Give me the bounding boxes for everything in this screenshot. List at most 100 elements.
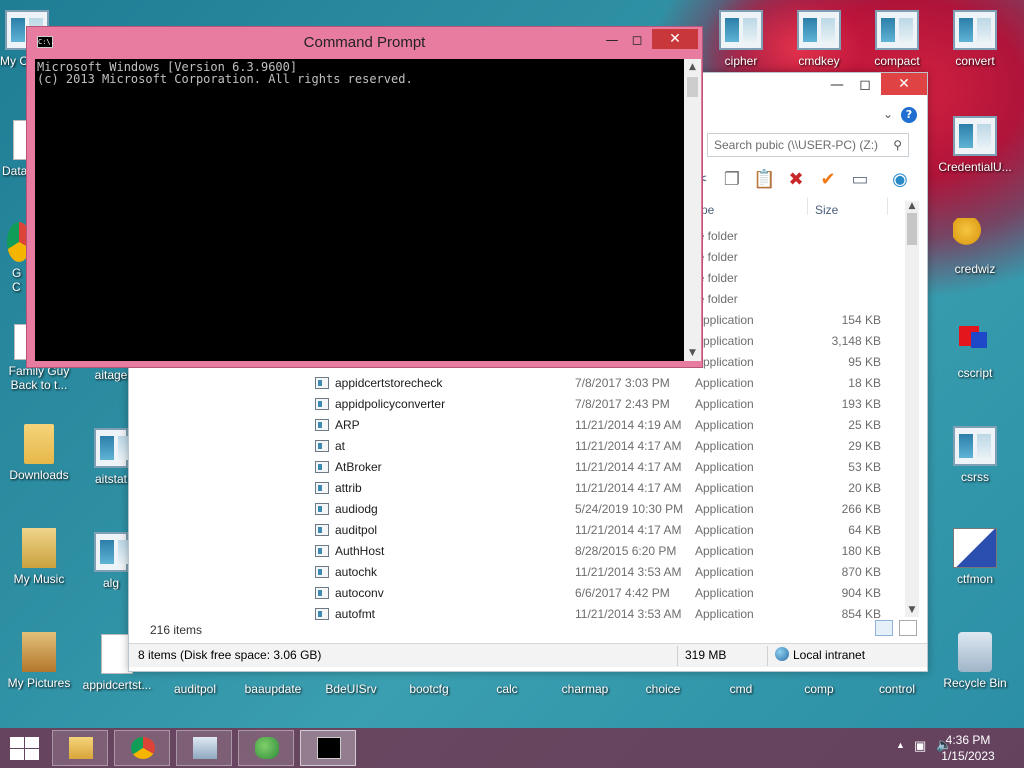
column-separator[interactable] — [887, 197, 888, 215]
application-icon — [315, 482, 329, 494]
clock-time: 4:36 PM — [945, 733, 991, 747]
shapes-icon — [953, 322, 997, 362]
desktop-icon-choice[interactable]: choice — [624, 668, 702, 696]
pictures-icon — [22, 632, 56, 672]
checkmark-icon[interactable]: ✔ — [817, 169, 839, 191]
desktop-icon-convert[interactable]: convert — [936, 10, 1014, 68]
console-scrollbar[interactable]: ▲ ▼ — [684, 59, 701, 361]
app-icon — [719, 10, 763, 50]
table-row[interactable]: audiodg 5/24/2019 10:30 PM Application 266 … — [129, 499, 909, 520]
close-button[interactable]: ✕ — [881, 73, 927, 95]
desktop-icon-cmd[interactable]: cmd — [702, 668, 780, 696]
maximize-button[interactable]: ◻ — [851, 75, 879, 95]
table-row[interactable]: autoconv 6/6/2017 4:42 PM Application 904 K… — [129, 583, 909, 604]
table-row[interactable]: appidpolicyconverter 7/8/2017 2:43 PM Appl… — [129, 394, 909, 415]
globe-icon — [775, 647, 789, 661]
desktop-icon-downloads[interactable]: Downloads — [0, 424, 78, 482]
delete-icon[interactable]: ✖ — [785, 169, 807, 191]
table-row[interactable]: AtBroker 11/21/2014 4:17 AM Application 53 … — [129, 457, 909, 478]
windows-logo-icon — [25, 749, 39, 760]
scroll-down-arrow[interactable]: ▼ — [905, 605, 919, 617]
file-list-scrollbar[interactable]: ▲ ▼ — [905, 201, 919, 617]
console-area[interactable]: Microsoft Windows [Version 6.3.9600] (c)… — [35, 59, 701, 361]
table-row[interactable]: AuthHost 8/28/2015 6:20 PM Application 180 … — [129, 541, 909, 562]
taskbar-command-prompt[interactable] — [300, 730, 356, 766]
show-hidden-icons-icon[interactable]: ▲ — [896, 740, 905, 750]
minimize-button[interactable]: — — [599, 31, 625, 51]
desktop-icon-bootcfg[interactable]: bootcfg — [390, 668, 468, 696]
column-separator[interactable] — [807, 197, 808, 215]
windows-logo-icon — [25, 737, 39, 748]
minimize-button[interactable]: — — [823, 75, 851, 95]
status-zone: Local intranet — [775, 644, 865, 666]
taskbar-chrome[interactable] — [114, 730, 170, 766]
large-icons-view-button[interactable] — [899, 620, 917, 636]
table-row[interactable]: auditpol 11/21/2014 4:17 AM Application 64 … — [129, 520, 909, 541]
scroll-up-arrow[interactable]: ▲ — [905, 201, 919, 213]
network-icon[interactable]: ▣ — [914, 738, 926, 754]
desktop-icon-bdeuisrv[interactable]: BdeUISrv — [312, 668, 390, 696]
paste-icon[interactable]: 📋 — [753, 169, 775, 191]
table-row[interactable]: at 11/21/2014 4:17 AM Application 29 KB — [129, 436, 909, 457]
status-disk-space: 8 items (Disk free space: 3.06 GB) — [138, 648, 322, 662]
table-row[interactable]: autochk 11/21/2014 3:53 AM Application 870 … — [129, 562, 909, 583]
desktop-icon-cscript[interactable]: cscript — [936, 322, 1014, 380]
properties-icon[interactable]: ◉ — [889, 169, 911, 191]
scroll-down-arrow[interactable]: ▼ — [684, 345, 701, 361]
desktop-icon-comp[interactable]: comp — [780, 668, 858, 696]
items-count: 216 items — [150, 623, 203, 637]
maximize-button[interactable]: ◻ — [624, 31, 650, 51]
command-prompt-window[interactable]: C:\. Command Prompt — ◻ ✕ Microsoft Wind… — [26, 26, 703, 368]
pen-icon — [953, 528, 997, 568]
status-size: 319 MB — [685, 648, 727, 662]
desktop-icon-control[interactable]: control — [858, 668, 936, 696]
details-view-button[interactable] — [875, 620, 894, 636]
copy-icon[interactable]: ❐ — [721, 169, 743, 191]
desktop-icon-charmap[interactable]: charmap — [546, 668, 624, 696]
table-row[interactable]: attrib 11/21/2014 4:17 AM Application 20 KB — [129, 478, 909, 499]
desktop-icon-my-music[interactable]: My Music — [0, 528, 78, 586]
explorer-toolbar: ✂ ❐ 📋 ✖ ✔ ▭ ◉ — [689, 165, 929, 195]
cmd-titlebar[interactable]: C:\. Command Prompt — ◻ ✕ — [27, 27, 702, 57]
clock[interactable]: 4:36 PM 1/15/2023 — [928, 732, 1008, 764]
application-icon — [315, 587, 329, 599]
desktop-icon-auditpol[interactable]: auditpol — [156, 668, 234, 696]
app-icon — [94, 428, 132, 468]
application-icon — [315, 440, 329, 452]
table-row[interactable]: ARP 11/21/2014 4:19 AM Application 25 KB — [129, 415, 909, 436]
close-button[interactable]: ✕ — [652, 29, 698, 49]
scroll-thumb[interactable] — [907, 213, 917, 245]
desktop-icon-my-pictures[interactable]: My Pictures — [0, 632, 78, 690]
desktop-icon-csrss[interactable]: csrss — [936, 426, 1014, 484]
desktop-icon-cmdkey[interactable]: cmdkey — [780, 10, 858, 68]
app-icon — [875, 10, 919, 50]
desktop-icon-ctfmon[interactable]: ctfmon — [936, 528, 1014, 586]
start-button[interactable] — [8, 736, 40, 760]
table-row[interactable]: autofmt 11/21/2014 3:53 AM Application 854 … — [129, 604, 909, 625]
app-icon — [953, 116, 997, 156]
desktop-icon-calc[interactable]: calc — [468, 668, 546, 696]
taskbar-file-explorer[interactable] — [52, 730, 108, 766]
desktop-icon-credentialui[interactable]: CredentialU... — [936, 116, 1014, 174]
search-input[interactable]: Search pubic (\\USER-PC) (Z:) ⚲ — [707, 133, 909, 157]
desktop-icon-credwiz[interactable]: credwiz — [936, 218, 1014, 276]
app-icon — [953, 426, 997, 466]
status-divider — [767, 646, 768, 666]
chevron-down-icon[interactable]: ⌄ — [883, 107, 893, 121]
desktop-icon-compact[interactable]: compact — [858, 10, 936, 68]
chrome-icon — [131, 737, 155, 759]
table-row[interactable]: appidcertstorecheck 7/8/2017 3:03 PM Appli… — [129, 373, 909, 394]
scroll-up-arrow[interactable]: ▲ — [684, 59, 701, 75]
command-prompt-icon — [317, 737, 341, 759]
column-header-size[interactable]: Size — [815, 199, 838, 221]
desktop-icon-baaupdate[interactable]: baaupdate — [234, 668, 312, 696]
help-icon[interactable]: ? — [901, 107, 917, 123]
rename-icon[interactable]: ▭ — [849, 169, 871, 191]
taskbar-resource-monitor[interactable] — [176, 730, 232, 766]
desktop-icon-recycle-bin[interactable]: Recycle Bin — [936, 632, 1014, 690]
scroll-thumb[interactable] — [687, 77, 698, 97]
music-icon — [22, 528, 56, 568]
application-icon — [315, 461, 329, 473]
desktop-icon-cipher[interactable]: cipher — [702, 10, 780, 68]
taskbar-network-users[interactable] — [238, 730, 294, 766]
